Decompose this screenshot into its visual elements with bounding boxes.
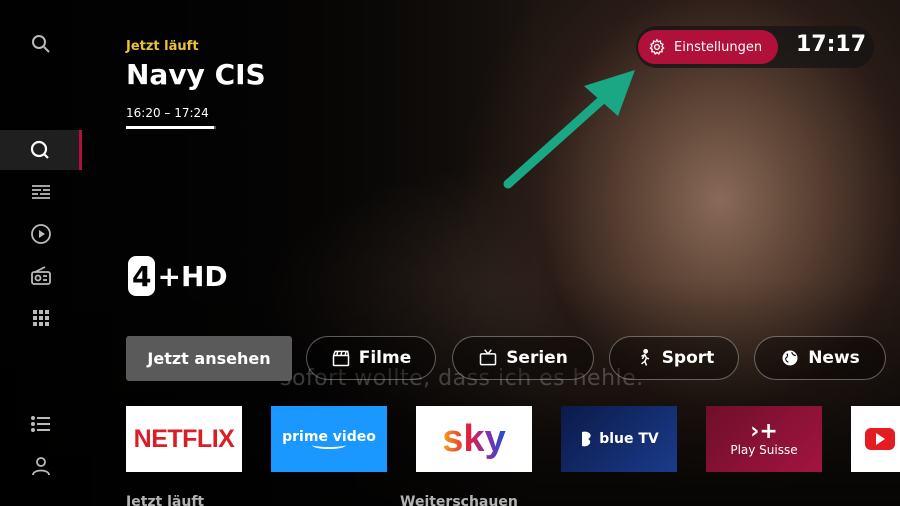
apps-grid-icon — [33, 310, 49, 326]
sidebar — [0, 0, 82, 506]
profile-icon — [32, 457, 50, 476]
app-name-netflix: NETFLIX — [133, 424, 235, 453]
app-tile-sky[interactable]: sky — [416, 406, 532, 472]
home-icon — [30, 140, 49, 159]
list-icon — [31, 416, 50, 432]
program-progress-fill — [126, 126, 215, 129]
app-tile-blue-tv[interactable]: blue TV — [561, 406, 677, 472]
filter-news-label: News — [808, 348, 860, 368]
sidebar-item-replay[interactable] — [0, 214, 82, 254]
app-name-play-suisse: Play Suisse — [730, 443, 798, 457]
tv-icon — [479, 349, 497, 366]
sidebar-item-apps[interactable] — [0, 298, 82, 338]
app-tile-netflix[interactable]: NETFLIX — [126, 406, 242, 472]
app-tile-prime-video[interactable]: prime video — [271, 406, 387, 472]
tv-guide-icon — [32, 185, 50, 199]
youtube-logo-icon — [865, 428, 895, 450]
blue-logo-icon — [582, 431, 591, 447]
filter-filme-button[interactable]: Filme — [306, 336, 436, 380]
section-now-playing: Jetzt läuft — [126, 494, 205, 506]
prime-smile-icon — [312, 441, 346, 449]
sidebar-item-search[interactable] — [0, 24, 82, 64]
app-name-blue-tv: blue TV — [599, 431, 659, 447]
sidebar-item-home[interactable] — [0, 130, 82, 170]
filter-serien-label: Serien — [506, 348, 568, 368]
filter-news-button[interactable]: News — [754, 336, 886, 380]
settings-label: Einstellungen — [674, 39, 763, 55]
radio-icon — [31, 266, 51, 285]
runner-icon — [640, 348, 649, 366]
watch-now-button[interactable]: Jetzt ansehen — [126, 336, 292, 381]
sidebar-item-list[interactable] — [0, 404, 82, 444]
globe-icon — [782, 350, 798, 366]
section-continue-watching: Weiterschauen — [400, 494, 518, 506]
gear-icon — [649, 38, 665, 55]
clock: 17:17 — [796, 32, 867, 57]
program-time-range: 16:20 – 17:24 — [126, 106, 209, 120]
program-progress-bar — [126, 126, 216, 129]
search-icon — [32, 35, 50, 53]
sidebar-item-tv-guide[interactable] — [0, 172, 82, 212]
filter-filme-label: Filme — [358, 348, 412, 368]
app-tile-play-suisse[interactable]: ›+ Play Suisse — [706, 406, 822, 472]
program-title: Navy CIS — [126, 58, 266, 91]
now-playing-label: Jetzt läuft — [126, 39, 199, 54]
filter-sport-button[interactable]: Sport — [609, 336, 739, 380]
settings-button[interactable]: Einstellungen — [638, 30, 778, 64]
filter-sport-label: Sport — [661, 348, 715, 368]
channel-logo: 4 +HD — [128, 256, 228, 296]
sidebar-item-radio[interactable] — [0, 256, 82, 296]
app-tile-youtube[interactable] — [851, 406, 900, 472]
play-suisse-logo-icon: ›+ — [750, 419, 778, 444]
app-name-sky: sky — [442, 417, 506, 460]
clapperboard-icon — [332, 350, 349, 367]
play-circle-icon — [31, 224, 51, 244]
filter-serien-button[interactable]: Serien — [452, 336, 594, 380]
sidebar-item-profile[interactable] — [0, 446, 82, 486]
